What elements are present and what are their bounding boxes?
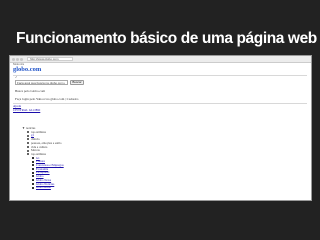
- browser-screenshot: http://www.globo.com Menu site globo.com…: [9, 55, 312, 201]
- browser-address-bar: http://www.globo.com: [10, 56, 311, 63]
- search-input[interactable]: [15, 80, 68, 85]
- divider: [13, 103, 307, 104]
- expand-triangle-icon: ▼: [22, 126, 25, 130]
- square-bullet-icon: [32, 186, 34, 189]
- search-button[interactable]: Buscar: [70, 80, 84, 85]
- site-logo[interactable]: globo.com: [13, 66, 41, 73]
- section-heading: Busca pelo Globo.com: [15, 89, 46, 93]
- forward-icon[interactable]: [16, 57, 19, 61]
- back-icon[interactable]: [12, 57, 15, 61]
- slide-title: Funcionamento básico de uma página web: [16, 30, 317, 47]
- reload-icon[interactable]: [20, 57, 23, 61]
- tree-item[interactable]: Globo Rural: [32, 185, 51, 189]
- divider: [13, 75, 307, 76]
- bullet-icon: [27, 153, 29, 156]
- nav-link-central-globo[interactable]: CENTRAL GLOBO: [13, 108, 40, 112]
- login-text: Faça login pelo Yahoo! na globo.com | Ca…: [15, 97, 79, 101]
- tree-item-label[interactable]: Globo Rural: [36, 185, 51, 189]
- url-field[interactable]: http://www.globo.com: [27, 57, 73, 61]
